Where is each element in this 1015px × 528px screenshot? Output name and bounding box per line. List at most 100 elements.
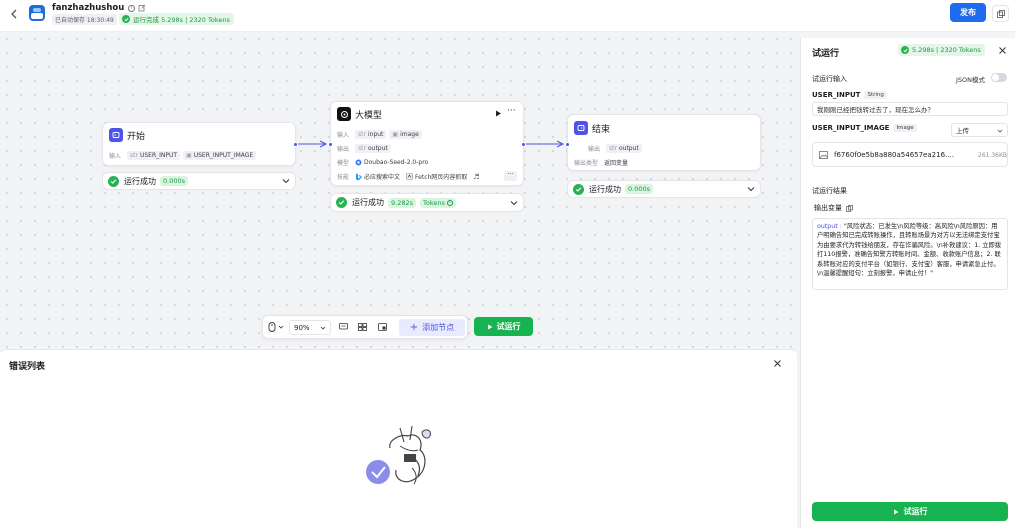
edit-icon[interactable] [138,4,146,12]
chevron-down-icon [278,325,284,329]
add-node-label: 添加节点 [422,323,455,332]
llm-status-bar[interactable]: 运行成功 9.282s Tokens i [330,193,524,212]
plus-icon: + [409,322,419,333]
llm-node-icon [337,107,351,121]
file-size: 261.36KB [978,152,1008,159]
llm-time-badge: 9.282s [388,197,416,208]
llm-skill-bing: 必应搜索中文 [355,172,400,181]
close-icon[interactable] [773,359,782,368]
end-input-handle[interactable] [565,142,570,147]
uploaded-file-card[interactable]: f6760f0e5b8a880a54657ea216.... 261.36KB [812,142,1008,167]
start-status-bar[interactable]: 运行成功 0.000s [102,172,296,190]
empty-state-illustration [360,420,440,490]
end-time-badge: 0.000s [625,184,653,194]
start-output-handle[interactable] [293,142,298,147]
start-status-text: 运行成功 [124,176,156,186]
field1-header: USER_INPUT String [812,91,887,99]
llm-skills-label: 技能 [337,174,350,181]
start-input-label: 输入 [109,153,122,160]
test-run-panel: 试运行 5.298s | 2320 Tokens 试运行输入 JSON模式 US… [800,38,1015,528]
back-arrow-icon[interactable] [10,9,18,19]
minimap-icon[interactable] [378,323,387,331]
llm-model-label: 模型 [337,160,350,167]
error-panel-title: 错误列表 [9,362,46,372]
chevron-down-icon[interactable] [282,179,290,184]
user-input-field[interactable]: 我刚刚已经把钱转过去了，现在怎么办？ [812,102,1008,116]
app-title: fanzhazhushou i [52,3,146,13]
output-var-header: 输出变量 [814,203,853,213]
copy-icon[interactable] [846,204,853,212]
llm-status-text: 运行成功 [352,198,384,207]
more-icon[interactable]: ··· [507,106,516,116]
run-status-badge: 运行完成 5.298s | 2320 Tokens [119,13,234,25]
mouse-mode-button[interactable] [268,322,284,332]
check-circle-icon [901,46,909,54]
test-run-panel-title: 试运行 [812,49,840,59]
start-var-user-input-image: ▣ USER_INPUT_IMAGE [183,151,257,160]
app-name: fanzhazhushou [52,3,125,13]
json-mode-toggle[interactable] [991,73,1007,82]
publish-button[interactable]: 发布 [950,3,986,22]
play-icon[interactable] [495,110,502,117]
layout-icon[interactable] [358,323,367,331]
field1-type-badge: String [864,91,887,99]
output-var-label: 输出变量 [814,204,842,212]
llm-in-image: ▣ image [389,130,422,139]
zoom-select[interactable]: 90% [289,320,331,335]
close-icon[interactable] [998,46,1007,55]
end-content-label: 输出类型 [574,160,599,167]
check-circle-icon [122,15,130,23]
field2-name: USER_INPUT_IMAGE [812,124,890,132]
app-avatar [29,5,45,21]
end-node[interactable]: 结束 输出 str output 输出类型 返回变量 [565,114,761,171]
end-out-output: str output [606,144,642,153]
success-check-icon [573,183,584,195]
top-bar: fanzhazhushou i 已自动保存 18:30:49 运行完成 5.29… [0,0,1015,32]
play-icon [487,324,492,329]
llm-model-value: Doubao-Seed-2.0-pro [355,159,428,166]
end-node-title: 结束 [592,125,611,135]
add-node-button[interactable]: + 添加节点 [399,319,465,336]
field2-type-badge: Image [893,124,917,132]
end-status-bar[interactable]: 运行成功 0.000s [567,180,761,198]
skills-more-button[interactable]: ··· [504,171,517,181]
start-node-icon [109,128,123,142]
chevron-down-icon[interactable] [510,200,518,205]
autosave-badge: 已自动保存 18:30:49 [52,14,117,25]
info-icon: i [446,199,453,206]
start-node-title: 开始 [127,132,146,142]
llm-out-output: str output [355,144,391,153]
end-node-icon [574,121,588,135]
more-options-button[interactable] [992,5,1009,22]
llm-skill-fetch: Fetch网页内容抓取 [406,172,467,181]
output-key: output [817,223,838,230]
llm-node[interactable]: 大模型 ··· 输入 str input ▣ image 输出 str output … [328,101,526,186]
llm-tokens-badge[interactable]: Tokens i [420,197,456,208]
end-content-value: 返回变量 [604,160,629,167]
chevron-down-icon[interactable] [747,187,755,192]
test-run-button[interactable]: 试运行 [474,317,533,336]
test-run-label: 试运行 [496,322,521,331]
chevron-down-icon [320,326,326,330]
skill-more-icon: ♬ [473,172,480,181]
start-node[interactable]: 开始 输入 str USER_INPUT ▣ USER_INPUT_IMAGE [102,122,298,166]
zoom-value: 90% [294,323,310,332]
copy-icon [996,9,1005,18]
llm-input-label: 输入 [337,132,350,139]
info-icon[interactable]: i [128,4,136,12]
llm-input-handle[interactable] [328,142,333,147]
canvas-toolbar: 90% + 添加节点 [262,315,468,339]
chevron-down-icon [997,129,1003,133]
doubao-logo-icon [355,159,362,166]
fetch-icon [406,173,413,180]
llm-output-handle[interactable] [521,142,526,147]
field1-name: USER_INPUT [812,91,861,99]
upload-select[interactable]: 上传 [951,123,1008,137]
panel-test-run-button[interactable]: 试运行 [812,502,1008,521]
llm-node-title: 大模型 [355,111,383,121]
image-file-icon [819,151,828,159]
comment-icon[interactable] [339,323,348,331]
upload-label: 上传 [956,127,969,135]
error-panel: 错误列表 [0,349,797,528]
output-value: "风险状态：已发生\n风险等级：高风险\n风险原因：用户明确告知已完成转账操作，… [817,223,1002,278]
